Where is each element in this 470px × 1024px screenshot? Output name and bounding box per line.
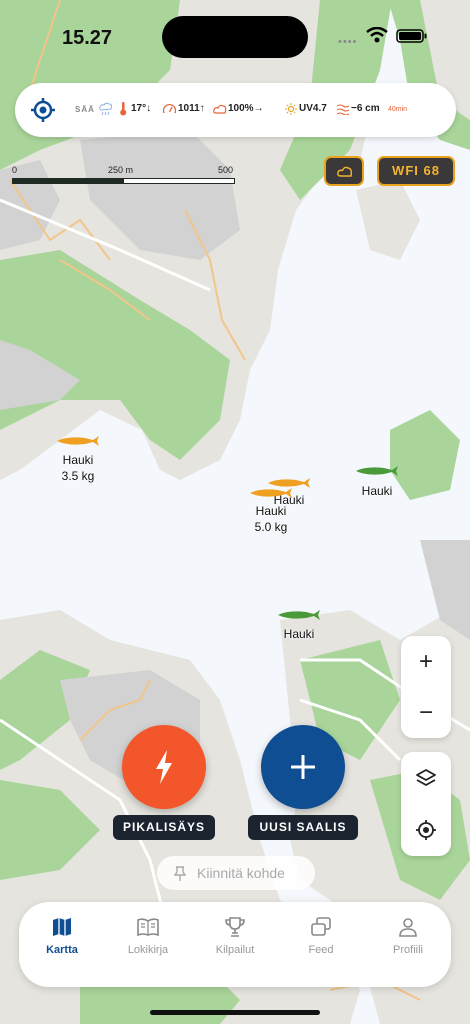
catch-label[interactable]: Hauki — [354, 483, 400, 499]
home-indicator — [150, 1010, 320, 1015]
status-time: 15.27 — [62, 27, 113, 49]
data-age: 40min — [388, 106, 408, 113]
gauge-icon — [163, 103, 176, 114]
zoom-control: + − — [401, 636, 451, 738]
weather-bar[interactable]: SÄÄ 17°↓ 1011↑ 100%→ UV4.7 −6 cm 40min — [15, 83, 456, 137]
bottom-tab-bar: Kartta Lokikirja Kilpailut Feed Profiili — [19, 902, 451, 987]
scale-mid: 250 m — [108, 165, 134, 175]
tab-feed[interactable]: Feed — [278, 902, 364, 987]
wfi-index-button[interactable]: WFI 68 — [377, 156, 455, 186]
catch-species: Hauki — [361, 484, 393, 498]
layers-icon[interactable] — [415, 768, 437, 790]
person-icon — [399, 918, 417, 937]
pike-marker-icon[interactable] — [276, 609, 322, 621]
temperature-value: 17°↓ — [131, 103, 152, 114]
catch-label[interactable]: Hauki 3.5 kg — [52, 452, 104, 484]
catch-label[interactable]: Hauki — [276, 626, 322, 642]
catch-label[interactable]: Hauki 5.0 kg — [245, 503, 297, 535]
scale-bar-light — [123, 178, 235, 184]
quick-add-label[interactable]: PIKALISÄYS — [113, 815, 215, 840]
zoom-in-button[interactable]: + — [401, 636, 451, 687]
pike-marker-icon[interactable] — [55, 435, 101, 447]
tab-label: Lokikirja — [127, 944, 169, 956]
cloud-icon — [337, 166, 353, 177]
thermometer-icon — [120, 102, 127, 116]
wifi-icon — [366, 27, 388, 43]
uv-value: UV4.7 — [299, 103, 327, 114]
catch-weight: 5.0 kg — [254, 520, 288, 534]
cloud-icon — [213, 104, 227, 114]
dynamic-island — [162, 16, 308, 58]
battery-icon — [396, 29, 427, 43]
new-catch-label[interactable]: UUSI SAALIS — [248, 815, 358, 840]
map-icon — [53, 918, 71, 936]
pin-icon — [174, 866, 186, 881]
tab-profile[interactable]: Profiili — [365, 902, 451, 987]
book-icon — [137, 918, 159, 937]
tab-label: Kilpailut — [215, 944, 255, 956]
catch-species: Hauki — [255, 504, 287, 518]
quick-add-button[interactable] — [122, 725, 206, 809]
trophy-icon — [225, 917, 245, 937]
sun-icon — [285, 103, 297, 115]
pin-location-button[interactable]: Kiinnitä kohde — [157, 856, 315, 890]
water-level-value: −6 cm — [351, 103, 380, 114]
locate-me-icon[interactable] — [30, 97, 56, 123]
scale-start: 0 — [12, 165, 18, 175]
catch-species: Hauki — [283, 627, 315, 641]
tab-logbook[interactable]: Lokikirja — [105, 902, 191, 987]
scale-bar-dark — [12, 178, 124, 184]
catch-species: Hauki — [62, 453, 94, 467]
lightning-icon — [156, 750, 172, 784]
rain-cloud-icon — [99, 102, 113, 116]
weather-layer-button[interactable] — [324, 156, 364, 186]
pike-marker-icon[interactable] — [248, 487, 294, 499]
recenter-icon[interactable] — [415, 819, 437, 841]
pike-marker-icon[interactable] — [354, 465, 400, 477]
pressure-value: 1011↑ — [178, 103, 205, 114]
tab-label: Kartta — [46, 944, 78, 956]
signal-dots: •••• — [338, 36, 358, 48]
tab-map[interactable]: Kartta — [19, 902, 105, 987]
scale-bar: 0 250 m 500 m — [12, 165, 242, 187]
tab-label: Profiili — [393, 944, 423, 956]
pin-label: Kiinnitä kohde — [197, 865, 285, 881]
weather-label: SÄÄ — [75, 105, 95, 114]
status-bar: 15.27 •••• — [0, 0, 470, 70]
zoom-out-button[interactable]: − — [401, 687, 451, 738]
tab-competitions[interactable]: Kilpailut — [192, 902, 278, 987]
feed-icon — [311, 917, 331, 936]
plus-icon — [291, 755, 315, 779]
map-tools — [401, 752, 451, 856]
tab-label: Feed — [308, 944, 334, 956]
clouds-value: 100%→ — [228, 103, 264, 114]
new-catch-button[interactable] — [261, 725, 345, 809]
water-level-icon — [337, 104, 349, 115]
catch-weight: 3.5 kg — [61, 469, 95, 483]
